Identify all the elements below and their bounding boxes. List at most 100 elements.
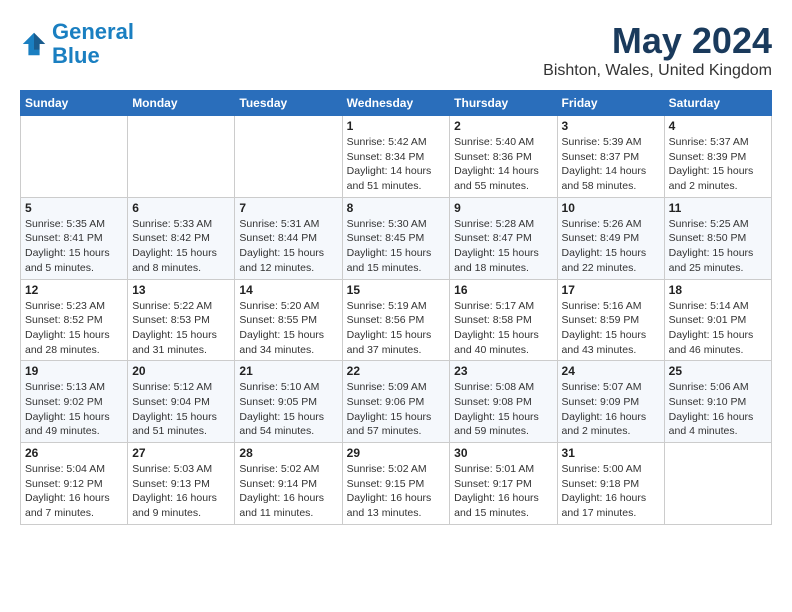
- title-block: May 2024 Bishton, Wales, United Kingdom: [543, 20, 772, 80]
- day-info: Sunrise: 5:10 AM Sunset: 9:05 PM Dayligh…: [239, 380, 337, 439]
- calendar-cell: 6 Sunrise: 5:33 AM Sunset: 8:42 PM Daylig…: [128, 197, 235, 279]
- day-info: Sunrise: 5:12 AM Sunset: 9:04 PM Dayligh…: [132, 380, 230, 439]
- week-row-1: 1 Sunrise: 5:42 AM Sunset: 8:34 PM Daylig…: [21, 116, 772, 198]
- day-info: Sunrise: 5:16 AM Sunset: 8:59 PM Dayligh…: [562, 299, 660, 358]
- col-header-monday: Monday: [128, 91, 235, 116]
- calendar-cell: 5 Sunrise: 5:35 AM Sunset: 8:41 PM Daylig…: [21, 197, 128, 279]
- day-info: Sunrise: 5:42 AM Sunset: 8:34 PM Dayligh…: [347, 135, 446, 194]
- day-info: Sunrise: 5:37 AM Sunset: 8:39 PM Dayligh…: [669, 135, 767, 194]
- day-info: Sunrise: 5:02 AM Sunset: 9:14 PM Dayligh…: [239, 462, 337, 521]
- calendar-cell: 23Sunrise: 5:08 AM Sunset: 9:08 PM Dayli…: [450, 361, 557, 443]
- header: General Blue May 2024 Bishton, Wales, Un…: [20, 20, 772, 80]
- day-info: Sunrise: 5:09 AM Sunset: 9:06 PM Dayligh…: [347, 380, 446, 439]
- day-number: 3: [562, 119, 660, 133]
- day-number: 20: [132, 364, 230, 378]
- day-number: 16: [454, 283, 552, 297]
- day-number: 30: [454, 446, 552, 460]
- day-info: Sunrise: 5:03 AM Sunset: 9:13 PM Dayligh…: [132, 462, 230, 521]
- day-number: 26: [25, 446, 123, 460]
- day-number: 12: [25, 283, 123, 297]
- col-header-sunday: Sunday: [21, 91, 128, 116]
- week-row-4: 19 Sunrise: 5:13 AM Sunset: 9:02 PM Dayli…: [21, 361, 772, 443]
- day-info: Sunrise: 5:07 AM Sunset: 9:09 PM Dayligh…: [562, 380, 660, 439]
- day-info: Sunrise: 5:33 AM Sunset: 8:42 PM Dayligh…: [132, 217, 230, 276]
- calendar-cell: 7Sunrise: 5:31 AM Sunset: 8:44 PM Daylig…: [235, 197, 342, 279]
- day-number: 24: [562, 364, 660, 378]
- calendar-cell: [128, 116, 235, 198]
- calendar-cell: 20 Sunrise: 5:12 AM Sunset: 9:04 PM Dayli…: [128, 361, 235, 443]
- col-header-tuesday: Tuesday: [235, 91, 342, 116]
- day-number: 9: [454, 201, 552, 215]
- col-header-saturday: Saturday: [664, 91, 771, 116]
- calendar-cell: 14Sunrise: 5:20 AM Sunset: 8:55 PM Dayli…: [235, 279, 342, 361]
- calendar-cell: 27 Sunrise: 5:03 AM Sunset: 9:13 PM Dayli…: [128, 443, 235, 525]
- week-row-5: 26 Sunrise: 5:04 AM Sunset: 9:12 PM Dayli…: [21, 443, 772, 525]
- day-number: 31: [562, 446, 660, 460]
- calendar-cell: [21, 116, 128, 198]
- logo-icon: [20, 30, 48, 58]
- logo: General Blue: [20, 20, 134, 68]
- day-info: Sunrise: 5:17 AM Sunset: 8:58 PM Dayligh…: [454, 299, 552, 358]
- day-number: 11: [669, 201, 767, 215]
- calendar-cell: 3 Sunrise: 5:39 AM Sunset: 8:37 PM Daylig…: [557, 116, 664, 198]
- calendar-header-row: SundayMondayTuesdayWednesdayThursdayFrid…: [21, 91, 772, 116]
- day-number: 8: [347, 201, 446, 215]
- day-number: 22: [347, 364, 446, 378]
- calendar-title: May 2024: [543, 20, 772, 62]
- calendar-cell: 16 Sunrise: 5:17 AM Sunset: 8:58 PM Dayli…: [450, 279, 557, 361]
- day-number: 7: [239, 201, 337, 215]
- page: General Blue May 2024 Bishton, Wales, Un…: [0, 0, 792, 535]
- calendar-cell: 19 Sunrise: 5:13 AM Sunset: 9:02 PM Dayli…: [21, 361, 128, 443]
- day-info: Sunrise: 5:00 AM Sunset: 9:18 PM Dayligh…: [562, 462, 660, 521]
- day-number: 17: [562, 283, 660, 297]
- day-info: Sunrise: 5:02 AM Sunset: 9:15 PM Dayligh…: [347, 462, 446, 521]
- day-number: 23: [454, 364, 552, 378]
- day-number: 27: [132, 446, 230, 460]
- day-info: Sunrise: 5:04 AM Sunset: 9:12 PM Dayligh…: [25, 462, 123, 521]
- day-number: 29: [347, 446, 446, 460]
- day-info: Sunrise: 5:22 AM Sunset: 8:53 PM Dayligh…: [132, 299, 230, 358]
- calendar-cell: 26 Sunrise: 5:04 AM Sunset: 9:12 PM Dayli…: [21, 443, 128, 525]
- calendar-cell: 1 Sunrise: 5:42 AM Sunset: 8:34 PM Daylig…: [342, 116, 450, 198]
- col-header-wednesday: Wednesday: [342, 91, 450, 116]
- day-number: 18: [669, 283, 767, 297]
- calendar-cell: 15 Sunrise: 5:19 AM Sunset: 8:56 PM Dayli…: [342, 279, 450, 361]
- day-info: Sunrise: 5:14 AM Sunset: 9:01 PM Dayligh…: [669, 299, 767, 358]
- calendar-cell: 4Sunrise: 5:37 AM Sunset: 8:39 PM Daylig…: [664, 116, 771, 198]
- calendar-cell: 13Sunrise: 5:22 AM Sunset: 8:53 PM Dayli…: [128, 279, 235, 361]
- day-number: 6: [132, 201, 230, 215]
- day-number: 5: [25, 201, 123, 215]
- day-info: Sunrise: 5:39 AM Sunset: 8:37 PM Dayligh…: [562, 135, 660, 194]
- calendar-cell: 2Sunrise: 5:40 AM Sunset: 8:36 PM Daylig…: [450, 116, 557, 198]
- calendar-cell: 28 Sunrise: 5:02 AM Sunset: 9:14 PM Dayli…: [235, 443, 342, 525]
- day-info: Sunrise: 5:13 AM Sunset: 9:02 PM Dayligh…: [25, 380, 123, 439]
- calendar-cell: 30Sunrise: 5:01 AM Sunset: 9:17 PM Dayli…: [450, 443, 557, 525]
- day-info: Sunrise: 5:25 AM Sunset: 8:50 PM Dayligh…: [669, 217, 767, 276]
- week-row-3: 12Sunrise: 5:23 AM Sunset: 8:52 PM Dayli…: [21, 279, 772, 361]
- day-number: 10: [562, 201, 660, 215]
- day-number: 15: [347, 283, 446, 297]
- calendar-cell: 21 Sunrise: 5:10 AM Sunset: 9:05 PM Dayli…: [235, 361, 342, 443]
- day-number: 28: [239, 446, 337, 460]
- logo-text: General Blue: [52, 20, 134, 68]
- day-info: Sunrise: 5:19 AM Sunset: 8:56 PM Dayligh…: [347, 299, 446, 358]
- day-number: 1: [347, 119, 446, 133]
- day-info: Sunrise: 5:30 AM Sunset: 8:45 PM Dayligh…: [347, 217, 446, 276]
- col-header-thursday: Thursday: [450, 91, 557, 116]
- calendar-cell: 25Sunrise: 5:06 AM Sunset: 9:10 PM Dayli…: [664, 361, 771, 443]
- day-info: Sunrise: 5:35 AM Sunset: 8:41 PM Dayligh…: [25, 217, 123, 276]
- day-info: Sunrise: 5:26 AM Sunset: 8:49 PM Dayligh…: [562, 217, 660, 276]
- calendar-cell: 24 Sunrise: 5:07 AM Sunset: 9:09 PM Dayli…: [557, 361, 664, 443]
- calendar-cell: 18 Sunrise: 5:14 AM Sunset: 9:01 PM Dayli…: [664, 279, 771, 361]
- logo-line1: General: [52, 19, 134, 44]
- calendar-subtitle: Bishton, Wales, United Kingdom: [543, 62, 772, 80]
- calendar-cell: 31 Sunrise: 5:00 AM Sunset: 9:18 PM Dayli…: [557, 443, 664, 525]
- calendar-cell: [664, 443, 771, 525]
- calendar-cell: 10 Sunrise: 5:26 AM Sunset: 8:49 PM Dayli…: [557, 197, 664, 279]
- calendar-cell: 17 Sunrise: 5:16 AM Sunset: 8:59 PM Dayli…: [557, 279, 664, 361]
- calendar-table: SundayMondayTuesdayWednesdayThursdayFrid…: [20, 90, 772, 525]
- day-number: 21: [239, 364, 337, 378]
- day-number: 2: [454, 119, 552, 133]
- calendar-cell: 11 Sunrise: 5:25 AM Sunset: 8:50 PM Dayli…: [664, 197, 771, 279]
- day-number: 19: [25, 364, 123, 378]
